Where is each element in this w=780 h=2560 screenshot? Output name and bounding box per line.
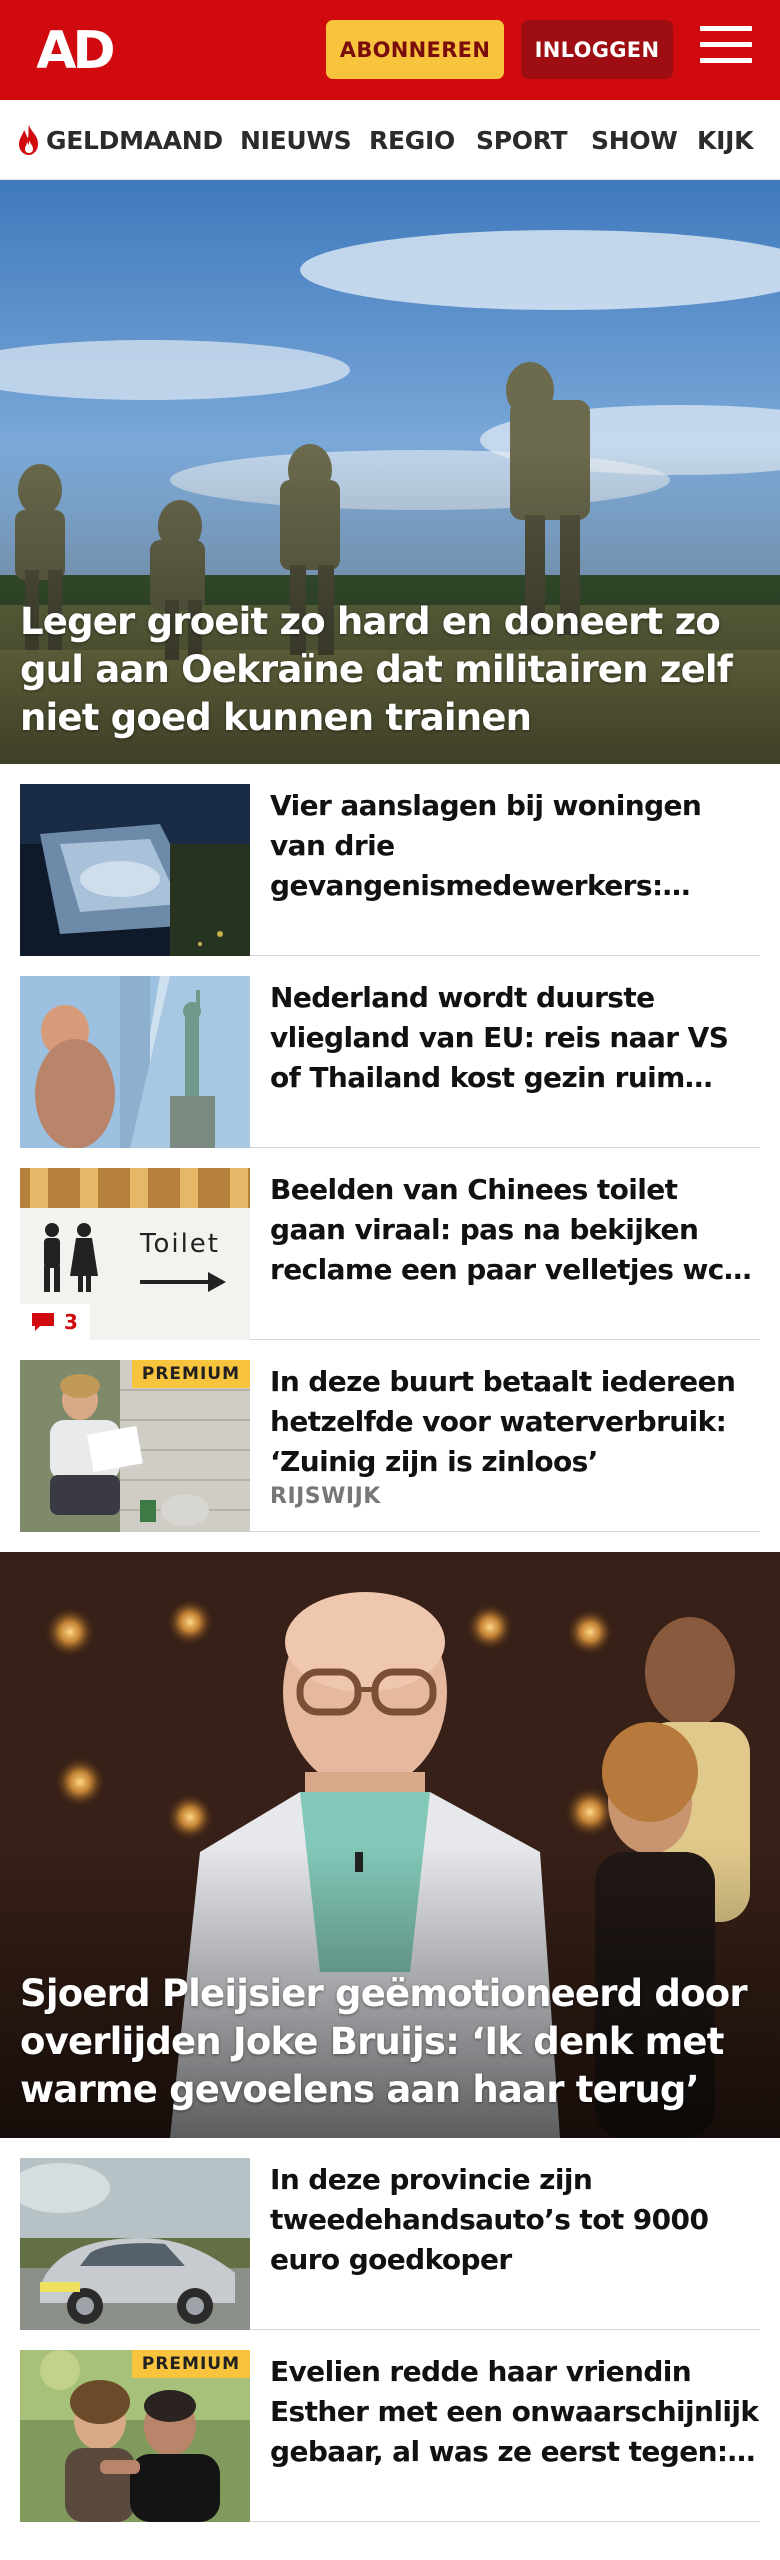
crime-scene-night-photo	[20, 784, 250, 956]
article-item[interactable]: Vier aanslagen bij woningen van drie gev…	[20, 764, 760, 956]
nav-item-label: KIJK	[697, 125, 754, 155]
nav-item-label: SHOW	[591, 125, 678, 155]
article-location[interactable]: RIJSWIJK	[270, 1484, 381, 1509]
hero-article[interactable]: Sjoerd Pleijsier geëmotioneerd door over…	[0, 1552, 780, 2138]
article-title[interactable]: In deze provincie zijn tweedehandsauto’s…	[270, 2160, 760, 2280]
article-title[interactable]: Vier aanslagen bij woningen van drie gev…	[270, 786, 760, 906]
article-item[interactable]: Toilet 3 Beelden van Chinees toilet gaan…	[20, 1148, 760, 1340]
article-item[interactable]: PREMIUM Evelien redde haar vriendin Esth…	[20, 2330, 760, 2522]
article-item[interactable]: In deze provincie zijn tweedehandsauto’s…	[20, 2138, 760, 2330]
article-title[interactable]: Beelden van Chinees toilet gaan viraal: …	[270, 1170, 760, 1290]
article-thumbnail[interactable]: PREMIUM	[20, 2350, 250, 2522]
top-bar: AD ABONNEREN INLOGGEN	[0, 0, 780, 100]
hero-title[interactable]: Sjoerd Pleijsier geëmotioneerd door over…	[20, 1970, 760, 2114]
ad-logo[interactable]: AD	[24, 18, 124, 78]
nav-item-kijk[interactable]: KIJK	[697, 100, 754, 179]
nav-item-label: REGIO	[369, 125, 455, 155]
logo-text: AD	[36, 21, 113, 78]
article-item[interactable]: Nederland wordt duurste vliegland van EU…	[20, 956, 760, 1148]
hero-title[interactable]: Leger groeit zo hard en doneert zo gul a…	[20, 598, 760, 742]
article-title[interactable]: Evelien redde haar vriendin Esther met e…	[270, 2352, 760, 2472]
article-title[interactable]: Nederland wordt duurste vliegland van EU…	[270, 978, 760, 1098]
premium-badge: PREMIUM	[131, 1360, 250, 1388]
nav-item-show[interactable]: SHOW	[591, 100, 678, 179]
silver-car-photo	[20, 2158, 250, 2330]
comment-icon	[32, 1313, 54, 1331]
flame-icon	[19, 125, 38, 155]
hero-article[interactable]: Leger groeit zo hard en doneert zo gul a…	[0, 180, 780, 764]
statue-of-liberty-family-photo	[20, 976, 250, 1148]
ad-logo-mark: AD	[36, 21, 117, 78]
hamburger-menu-icon[interactable]	[700, 26, 752, 72]
article-title[interactable]: In deze buurt betaalt iedereen hetzelfde…	[270, 1362, 760, 1482]
article-thumbnail[interactable]	[20, 976, 250, 1148]
article-thumbnail[interactable]: PREMIUM	[20, 1360, 250, 1532]
subscribe-button[interactable]: ABONNEREN	[326, 20, 504, 79]
nav-item-sport[interactable]: SPORT	[476, 100, 568, 179]
nav-item-label: GELDMAAND	[46, 125, 223, 155]
nav-item-geldmaand[interactable]: GELDMAAND	[16, 100, 223, 179]
premium-badge: PREMIUM	[131, 2350, 250, 2378]
nav-item-nieuws[interactable]: NIEUWS	[240, 100, 352, 179]
article-item[interactable]: PREMIUM In deze buurt betaalt iedereen h…	[20, 1340, 760, 1532]
section-nav: GELDMAAND NIEUWS REGIO SPORT SHOW KIJK	[0, 100, 780, 180]
article-thumbnail[interactable]	[20, 2158, 250, 2330]
nav-item-label: SPORT	[476, 125, 568, 155]
article-thumbnail[interactable]	[20, 784, 250, 956]
login-button[interactable]: INLOGGEN	[521, 20, 673, 79]
comment-count: 3	[64, 1310, 78, 1334]
comment-count-badge[interactable]: 3	[20, 1304, 90, 1340]
toilet-sign-text: Toilet	[139, 1229, 220, 1259]
nav-item-regio[interactable]: REGIO	[369, 100, 455, 179]
nav-item-label: NIEUWS	[240, 125, 352, 155]
